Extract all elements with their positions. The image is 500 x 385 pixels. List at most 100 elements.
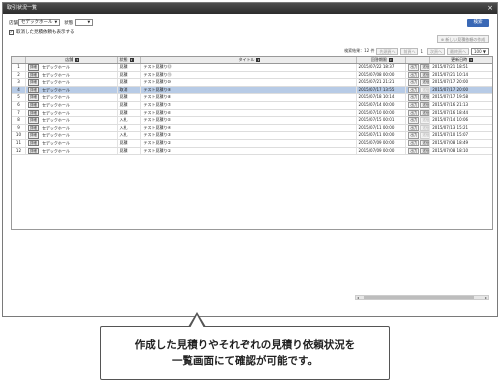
table-row[interactable]: 10 詳細 セデックホール 入札 テスト見積り③ 2015/07/11 00:00 出力 送信… [12, 132, 492, 140]
output-button[interactable]: 出力 [408, 132, 420, 139]
store-cell: 詳細 セデックホール [26, 64, 118, 71]
send-button[interactable]: 送信 [420, 71, 430, 79]
column-header-status[interactable]: 状態 ▾ [118, 57, 142, 63]
filter-bar: 店舗 セデックホール ▼ 状態 ▼ [9, 18, 97, 27]
updated-cell: 2015/07/17 20:00 [432, 86, 469, 92]
horizontal-scrollbar[interactable]: ◂ ▸ [355, 295, 489, 300]
store-cell: 詳細 セデックホール [26, 132, 118, 139]
output-button[interactable]: 出力 [408, 94, 420, 101]
send-button[interactable]: 送信 [420, 64, 430, 71]
column-header-updated[interactable]: 更新日時 ▾ [430, 57, 492, 63]
chevron-down-icon: ▼ [87, 20, 91, 24]
detail-button[interactable]: 詳細 [27, 101, 39, 109]
status-select[interactable]: ▼ [75, 19, 94, 26]
table-row[interactable]: 8 詳細 セデックホール 入札 テスト見積り⑤ 2015/07/15 00:01 出力 送信 2… [12, 117, 492, 125]
last-page-button[interactable]: 最終頁へ [447, 47, 469, 55]
output-button[interactable]: 出力 [408, 86, 420, 94]
sort-icon[interactable]: ▾ [469, 58, 474, 62]
table-row[interactable]: 12 詳細 セデックホール 見積 テスト見積り① 2015/07/09 00:00 出力 送信… [12, 147, 492, 156]
send-button[interactable]: 送信 [420, 139, 430, 147]
close-icon[interactable]: × [487, 3, 493, 14]
sort-icon[interactable]: ▾ [129, 58, 134, 62]
output-button[interactable]: 出力 [408, 147, 420, 155]
detail-button[interactable]: 詳細 [27, 139, 39, 147]
detail-button[interactable]: 詳細 [27, 79, 39, 86]
send-button[interactable]: 送信 [420, 94, 430, 101]
show-cancelled-checkbox[interactable]: ✓ [9, 29, 14, 35]
output-button[interactable]: 出力 [408, 124, 420, 132]
table-row[interactable]: 5 詳細 セデックホール 見積 テスト見積り⑧ 2015/07/18 10:14 出力 送信 2… [12, 94, 492, 102]
prev-page-button[interactable]: 前頁へ [400, 47, 419, 55]
detail-button[interactable]: 詳細 [27, 64, 39, 71]
store-cell: 詳細 セデックホール [26, 117, 118, 124]
detail-button[interactable]: 詳細 [27, 117, 39, 124]
detail-button[interactable]: 詳細 [27, 124, 39, 132]
title-cell: テスト見積り① [141, 147, 357, 155]
sort-icon[interactable]: ▾ [256, 58, 261, 62]
store-select[interactable]: セデックホール ▼ [18, 19, 61, 26]
title-cell: テスト見積り② [141, 139, 357, 147]
detail-button[interactable]: 詳細 [27, 109, 39, 117]
send-button[interactable]: 送信 [420, 132, 430, 139]
column-header-title[interactable]: タイトル ▾ [141, 57, 357, 63]
title-cell: テスト見積り④ [141, 124, 357, 132]
output-button[interactable]: 出力 [408, 79, 420, 86]
table-row[interactable]: 2 詳細 セデックホール 見積 テスト見積り⑪ 2015/07/08 00:00 出力 送信 2… [12, 71, 492, 80]
table-header: 店舗 ▾ 状態 ▾ タイトル ▾ 回答期限 ▾ 更新日時 ▾ [12, 57, 492, 64]
output-button[interactable]: 出力 [408, 101, 420, 109]
table-row[interactable]: 1 詳細 セデックホール 見積 テスト見積り⑫ 2015/07/22 18:37 出力 送信 2… [12, 64, 492, 72]
send-button[interactable]: 送信 [420, 79, 430, 86]
output-button[interactable]: 出力 [408, 139, 420, 147]
first-page-button[interactable]: 先頭頁へ [376, 47, 399, 55]
store-select-value: セデックホール [21, 20, 53, 25]
updated-cell: 2015/07/10 15:07 [432, 132, 469, 138]
send-button[interactable]: 送信 [420, 101, 430, 109]
title-cell: テスト見積り⑤ [141, 117, 357, 124]
table-row[interactable]: 7 詳細 セデックホール 見積 テスト見積り⑥ 2015/07/10 00:00 出力 送信 2… [12, 109, 492, 118]
row-number: 2 [12, 71, 26, 79]
detail-button[interactable]: 詳細 [27, 147, 39, 155]
column-header-store[interactable]: 店舗 ▾ [26, 57, 118, 63]
next-page-button[interactable]: 次頁へ [427, 47, 445, 55]
row-number: 12 [12, 147, 26, 155]
updated-cell: 2015/07/08 18:49 [432, 139, 469, 145]
row-number: 5 [12, 94, 26, 101]
output-button[interactable]: 出力 [408, 64, 420, 71]
row-number: 10 [12, 132, 26, 139]
table-row[interactable]: 6 詳細 セデックホール 見積 テスト見積り⑦ 2015/07/14 00:00 出力 送信 2… [12, 101, 492, 110]
detail-button[interactable]: 詳細 [27, 71, 39, 79]
table-row[interactable]: 9 詳細 セデックホール 入札 テスト見積り④ 2015/07/11 00:00 出力 送信 2… [12, 124, 492, 133]
deadline-cell: 2015/07/09 00:00 [357, 147, 407, 155]
output-button[interactable]: 出力 [408, 117, 420, 124]
callout-line-1: 作成した見積りやそれぞれの見積り依頼状況を [134, 339, 356, 351]
new-quote-button[interactable]: ⊕ 新しい見積依頼の作成 [437, 35, 489, 43]
search-button[interactable]: 検索 [467, 19, 489, 27]
send-button[interactable]: 送信 [420, 147, 430, 155]
send-button[interactable]: 送信 [420, 86, 430, 94]
detail-button[interactable]: 詳細 [27, 94, 39, 101]
page-size-select[interactable]: 100 ▼ [471, 47, 489, 55]
table-row[interactable]: 3 詳細 セデックホール 見積 テスト見積り⑩ 2015/07/21 21:21 出力 送信 2… [12, 79, 492, 87]
scroll-left-icon[interactable]: ◂ [357, 295, 359, 300]
title-cell: テスト見積り⑨ [141, 86, 357, 94]
updated-cell: 2015/07/17 20:00 [432, 79, 469, 85]
send-button[interactable]: 送信 [420, 109, 430, 117]
window-titlebar: 取引状況一覧 × [3, 3, 497, 14]
deadline-cell: 2015/07/21 21:21 [357, 79, 407, 86]
window-title: 取引状況一覧 [7, 5, 38, 11]
output-button[interactable]: 出力 [408, 71, 420, 79]
sort-icon[interactable]: ▾ [75, 58, 80, 62]
status-cell: 見積 [118, 109, 142, 117]
detail-button[interactable]: 詳細 [27, 86, 39, 94]
table-row[interactable]: 11 詳細 セデックホール 見積 テスト見積り② 2015/07/09 00:00 出力 送信… [12, 139, 492, 148]
send-button[interactable]: 送信 [420, 117, 430, 124]
deadline-cell: 2015/07/17 13:55 [357, 86, 407, 94]
sort-icon[interactable]: ▾ [388, 58, 393, 62]
send-button[interactable]: 送信 [420, 124, 430, 132]
column-header-deadline[interactable]: 回答期限 ▾ [357, 57, 407, 63]
table-row[interactable]: 4 詳細 セデックホール 取消 テスト見積り⑨ 2015/07/17 13:55 出力 送信 2… [12, 86, 492, 95]
scrollbar-thumb[interactable] [364, 296, 474, 299]
output-button[interactable]: 出力 [408, 109, 420, 117]
scroll-right-icon[interactable]: ▸ [485, 295, 487, 300]
detail-button[interactable]: 詳細 [27, 132, 39, 139]
